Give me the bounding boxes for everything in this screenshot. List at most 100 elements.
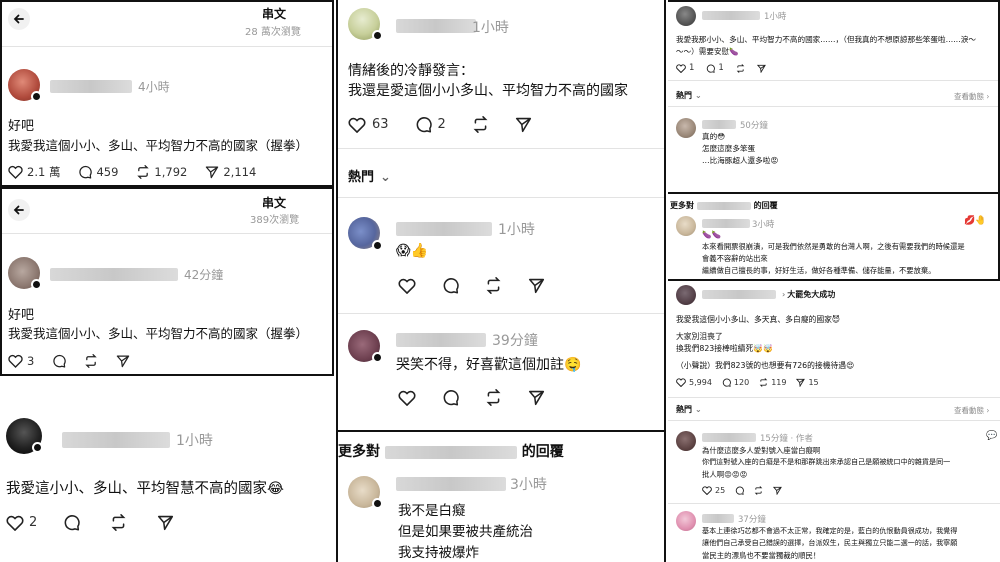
comment-button[interactable]: 459 [78, 165, 118, 179]
reply-text: 😱👍 [396, 243, 429, 259]
reply-text-line3: 批人啊😡😡😡 [702, 470, 748, 479]
reply-username-redacted[interactable] [396, 333, 486, 347]
share-button[interactable] [157, 514, 174, 531]
like-button[interactable]: 5,994 [676, 378, 712, 387]
view-activity-link[interactable]: 查看動態 › [954, 91, 989, 102]
post-time: 1小時 [472, 20, 509, 36]
like-button[interactable] [398, 278, 416, 294]
share-button[interactable] [773, 486, 783, 495]
username-redacted[interactable] [702, 11, 760, 20]
repost-button[interactable] [110, 514, 127, 531]
avatar[interactable] [676, 285, 696, 305]
back-button[interactable] [8, 199, 30, 221]
topic-tag[interactable]: › 大罷免大成功 [782, 289, 835, 300]
header-title: 串文 [262, 196, 287, 210]
share-button[interactable]: 15 [796, 378, 819, 387]
more-options-icon[interactable]: 💬 [986, 431, 997, 441]
post-text-line1: 情緒後的冷靜發言： [348, 63, 474, 79]
share-count: 15 [808, 378, 819, 387]
like-button[interactable]: 2.1 萬 [8, 164, 60, 180]
like-button[interactable] [398, 390, 416, 406]
sort-dropdown[interactable]: 熱門 ⌄ [348, 166, 391, 185]
repost-button[interactable] [485, 277, 502, 294]
send-icon [515, 117, 531, 133]
chevron-right-icon: › [986, 406, 990, 415]
reply-reaction: 💋🤚 [964, 216, 987, 226]
share-button[interactable] [116, 354, 130, 368]
like-button[interactable]: 1 [676, 63, 694, 73]
share-button[interactable] [756, 64, 766, 73]
comment-button[interactable]: 1 [706, 63, 724, 73]
reply-username-redacted[interactable] [702, 120, 736, 129]
username-redacted[interactable] [50, 80, 132, 93]
reply-time: 50分鐘 [740, 121, 768, 131]
view-activity-link[interactable]: 查看動態 › [954, 405, 989, 416]
sort-dropdown[interactable]: 熱門 ⌄ [676, 404, 702, 415]
reply-username-redacted[interactable] [396, 222, 492, 236]
follow-badge [31, 91, 42, 102]
reply-avatar[interactable] [676, 431, 696, 451]
reply-avatar[interactable] [676, 216, 696, 236]
follow-badge [372, 30, 383, 41]
comment-button[interactable] [442, 277, 459, 294]
heart-icon [348, 117, 366, 133]
reply-username-redacted[interactable] [702, 514, 734, 523]
comment-icon [443, 390, 459, 406]
repost-button[interactable] [472, 116, 489, 133]
share-button[interactable] [528, 277, 545, 294]
post-text-line2: 大家別沮喪了 [676, 332, 723, 341]
like-button[interactable]: 2 [6, 515, 37, 531]
repost-button[interactable]: 119 [759, 378, 786, 387]
avatar[interactable] [676, 6, 696, 26]
like-button[interactable]: 63 [348, 117, 389, 133]
reply-text-line2: 怎麼這麼多笨蛋 [702, 144, 756, 153]
username-redacted[interactable] [62, 432, 170, 448]
reply-avatar[interactable] [676, 118, 696, 138]
like-count: 1 [689, 63, 695, 73]
repost-button[interactable] [84, 354, 98, 368]
repost-button[interactable] [736, 63, 745, 73]
post-text-line2: 我愛我這個小小、多山、平均智力不高的國家（握拳） [8, 326, 309, 341]
repost-button[interactable] [485, 389, 502, 406]
action-bar: 2 [6, 514, 192, 531]
username-redacted[interactable] [384, 445, 517, 459]
like-button[interactable]: 3 [8, 354, 34, 368]
reply-time: 37分鐘 [738, 515, 766, 525]
post-text-line1: 好吧 [8, 308, 35, 323]
reply-username-redacted[interactable] [702, 219, 750, 228]
reply-text-line3: 當民主的漂鳥也不要當獨裁的順民！ [702, 551, 821, 560]
more-replies-suffix: 的回覆 [521, 444, 564, 460]
comment-button[interactable]: 120 [722, 378, 749, 387]
like-button[interactable]: 25 [702, 486, 725, 495]
reply-avatar[interactable] [676, 511, 696, 531]
post-text-line2: ～～）需要安慰🍆 [676, 47, 739, 56]
reply-text-line2: 你們這對號入座的白癡是不是和那群跳出來承認自己是願被統口中的雜貨是同一 [702, 457, 951, 466]
username-redacted[interactable] [396, 19, 476, 33]
more-replies-prefix: 更多對 [670, 201, 694, 210]
topic-tag-label: 大罷免大成功 [787, 290, 836, 299]
username-redacted[interactable] [702, 290, 776, 299]
reply-username-redacted[interactable] [702, 433, 756, 442]
sort-label: 熱門 [676, 405, 692, 414]
username-redacted[interactable] [696, 201, 751, 210]
share-button[interactable] [515, 116, 532, 133]
comment-button[interactable] [735, 486, 745, 495]
share-button[interactable]: 2,114 [205, 165, 256, 179]
comment-button[interactable] [442, 389, 459, 406]
share-button[interactable] [528, 389, 545, 406]
like-count: 25 [715, 486, 726, 495]
comment-button[interactable]: 2 [415, 116, 446, 133]
back-button[interactable] [8, 8, 30, 30]
repost-button[interactable] [754, 486, 763, 495]
sort-dropdown[interactable]: 熱門 ⌄ [676, 90, 702, 101]
heart-icon [398, 278, 416, 294]
username-redacted[interactable] [50, 268, 178, 281]
send-icon [117, 355, 130, 368]
reply-time: 39分鐘 [492, 333, 538, 349]
repost-icon [111, 514, 126, 531]
reply-username-redacted[interactable] [396, 477, 506, 491]
comment-button[interactable] [52, 354, 67, 368]
repost-button[interactable]: 1,792 [136, 165, 187, 179]
comment-button[interactable] [63, 514, 80, 531]
more-replies-suffix: 的回覆 [753, 201, 778, 210]
